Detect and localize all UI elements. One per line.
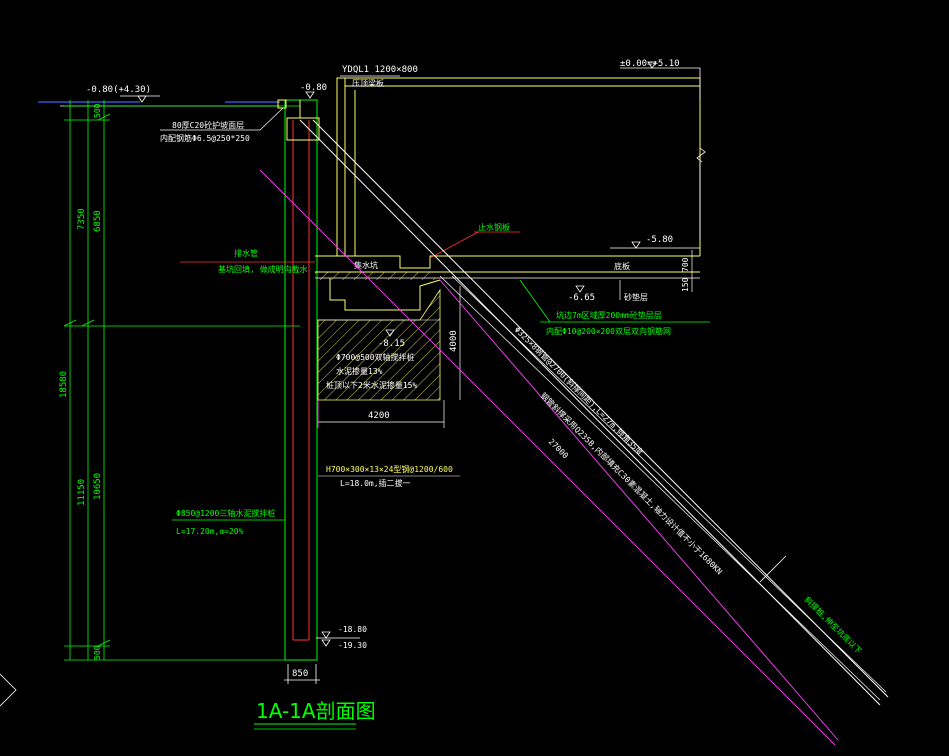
- label-sump: 集水坑: [354, 260, 378, 270]
- cad-section-drawing: -0.80(+4.30) 18580 7350 11150 500 6850 1…: [0, 59, 889, 746]
- dim-slab-150: 150: [681, 277, 690, 292]
- elevation-marker-icon: [631, 241, 641, 249]
- label-drain-note: 基坑回填, 做成明沟截水: [218, 264, 308, 274]
- elev-pit-bottom: -6.65: [568, 293, 595, 303]
- label-cement-2: 桩顶以下2米水泥掺量15%: [326, 380, 417, 390]
- dim-grout-depth: 4000: [449, 330, 459, 352]
- elev-pile-tip-1: -18.80: [338, 625, 367, 634]
- label-h-steel: H700×300×13×24型钢@1200/600: [326, 464, 453, 474]
- elev-cap-top: -0.80: [300, 83, 327, 93]
- dim-slab-700: 700: [681, 257, 690, 272]
- label-anchor-end: 斜撑桩,伸至坑底以下: [803, 594, 864, 655]
- label-grout-pile: Φ700@500双轴搅拌桩: [336, 352, 415, 362]
- elevation-marker-icon: [575, 285, 585, 293]
- label-cement-1: 水泥掺量13%: [336, 366, 383, 376]
- elevation-marker-icon: [137, 95, 147, 103]
- label-beam: YDQL1 1200×800: [342, 65, 418, 75]
- dim-lower: 11150: [77, 479, 87, 506]
- drawing-title: 1A-1A剖面图: [256, 699, 376, 723]
- dim-seg-d: 500: [93, 645, 102, 660]
- ground-surface: -0.80(+4.30): [38, 85, 280, 107]
- label-anchor-note: 钢管斜撑采用Q235B,内部填充C30素混凝土,轴力设计值不小于1680KN: [539, 390, 725, 576]
- dim-upper: 7350: [77, 208, 87, 230]
- dim-total: 18580: [59, 371, 69, 398]
- label-pile-cushion: 坑边7m区域厚200mm砼垫层层: [556, 310, 662, 320]
- dim-anchor-length: 27000: [547, 437, 571, 461]
- dim-seg-a: 500: [93, 103, 102, 118]
- label-triaxial-len: L=17.20m,α=20%: [176, 527, 244, 536]
- elev-basement: -5.80: [646, 235, 673, 245]
- label-slab-top: 压顶梁板: [352, 78, 384, 88]
- elev-ground-floor: ±0.00=+5.10: [620, 59, 680, 69]
- partial-outline: [0, 673, 17, 707]
- top-beam: [336, 77, 701, 257]
- label-pile-mesh: 内配Φ10@200×200双层双向钢筋网: [546, 326, 671, 336]
- ground-floor-marker: [620, 61, 706, 240]
- elev-grout-bottom: -8.15: [378, 339, 405, 349]
- label-h-steel-len: L=18.0m,插二拔一: [340, 478, 411, 488]
- dim-seg-b: 6850: [93, 210, 103, 232]
- label-surface-mesh: 内配钢筋Φ6.5@250*250: [160, 133, 250, 143]
- label-surface: 80厚C20砼护坡面层: [172, 120, 244, 130]
- elev-top-left: -0.80(+4.30): [86, 85, 151, 95]
- dim-grout-width: 4200: [368, 411, 390, 421]
- label-cushion: 砂垫层: [624, 292, 648, 302]
- dim-seg-c: 10650: [93, 473, 103, 500]
- label-water-stop: 止水钢板: [478, 222, 510, 232]
- label-triaxial: Φ850@1200三轴水泥搅拌桩: [176, 508, 275, 518]
- dim-pile-width: 850: [292, 669, 308, 679]
- label-drain: 排水管: [234, 248, 258, 258]
- retaining-wall: [277, 99, 320, 661]
- label-base-plate: 底板: [614, 261, 630, 271]
- elev-pile-tip-2: -19.30: [338, 641, 367, 650]
- left-dimension-chain: [63, 100, 300, 661]
